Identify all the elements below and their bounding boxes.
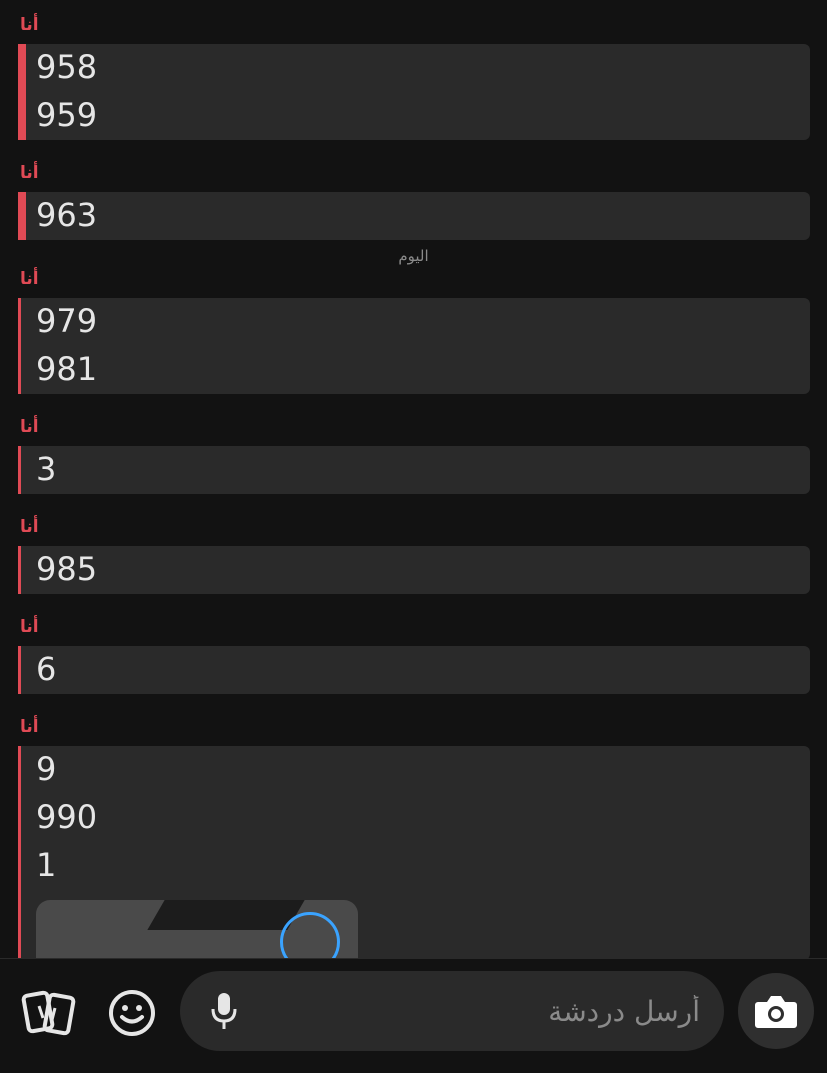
message-line: 6	[36, 650, 57, 688]
message-sender: أنا	[20, 163, 39, 183]
message-group: أنا 3	[18, 416, 810, 494]
message-group: أنا 985	[18, 516, 810, 594]
message-bubble[interactable]: 985	[18, 546, 810, 594]
emoji-button[interactable]	[104, 985, 160, 1041]
message-bubble[interactable]: 958 959	[18, 44, 810, 140]
media-shape	[147, 900, 305, 930]
message-line: 3	[36, 450, 57, 488]
chat-composer	[180, 971, 724, 1051]
microphone-icon	[211, 993, 237, 1029]
message-sender: أنا	[20, 617, 39, 637]
message-bubble[interactable]: 3	[18, 446, 810, 494]
message-line: 979	[36, 302, 98, 340]
message-group: أنا 963	[18, 162, 810, 240]
media-thumbnail[interactable]	[36, 900, 358, 958]
emoji-icon	[109, 990, 155, 1036]
message-bubble[interactable]: 9 990 1	[18, 746, 810, 958]
message-bubble[interactable]: 979 981	[18, 298, 810, 394]
message-sender: أنا	[20, 517, 39, 537]
camera-button[interactable]	[738, 973, 814, 1049]
chat-footer	[0, 958, 827, 1073]
media-ring	[280, 912, 340, 958]
date-separator: اليوم	[398, 247, 429, 265]
message-sender: أنا	[20, 717, 39, 737]
cards-icon	[21, 990, 76, 1036]
message-sender: أنا	[20, 15, 39, 35]
message-line: 990	[36, 798, 98, 836]
message-sender: أنا	[20, 269, 39, 289]
chat-input[interactable]	[260, 989, 710, 1033]
message-line: 9	[36, 750, 57, 788]
chat-area[interactable]: أنا 958 959 أنا 963 اليوم أنا 979 981 أن…	[0, 0, 827, 958]
microphone-button[interactable]	[204, 989, 244, 1033]
message-line: 958	[36, 48, 98, 86]
message-group: أنا 9 990 1	[18, 716, 810, 958]
cards-button[interactable]	[18, 985, 80, 1041]
message-group: أنا 958 959	[18, 14, 810, 140]
message-group: أنا 979 981	[18, 268, 810, 394]
message-line: 959	[36, 96, 98, 134]
message-line: 985	[36, 550, 98, 588]
message-line: 963	[36, 196, 98, 234]
camera-icon	[755, 996, 797, 1028]
message-line: 981	[36, 350, 98, 388]
message-line: 1	[36, 846, 57, 884]
message-sender: أنا	[20, 417, 39, 437]
message-bubble[interactable]: 963	[18, 192, 810, 240]
message-bubble[interactable]: 6	[18, 646, 810, 694]
message-group: أنا 6	[18, 616, 810, 694]
